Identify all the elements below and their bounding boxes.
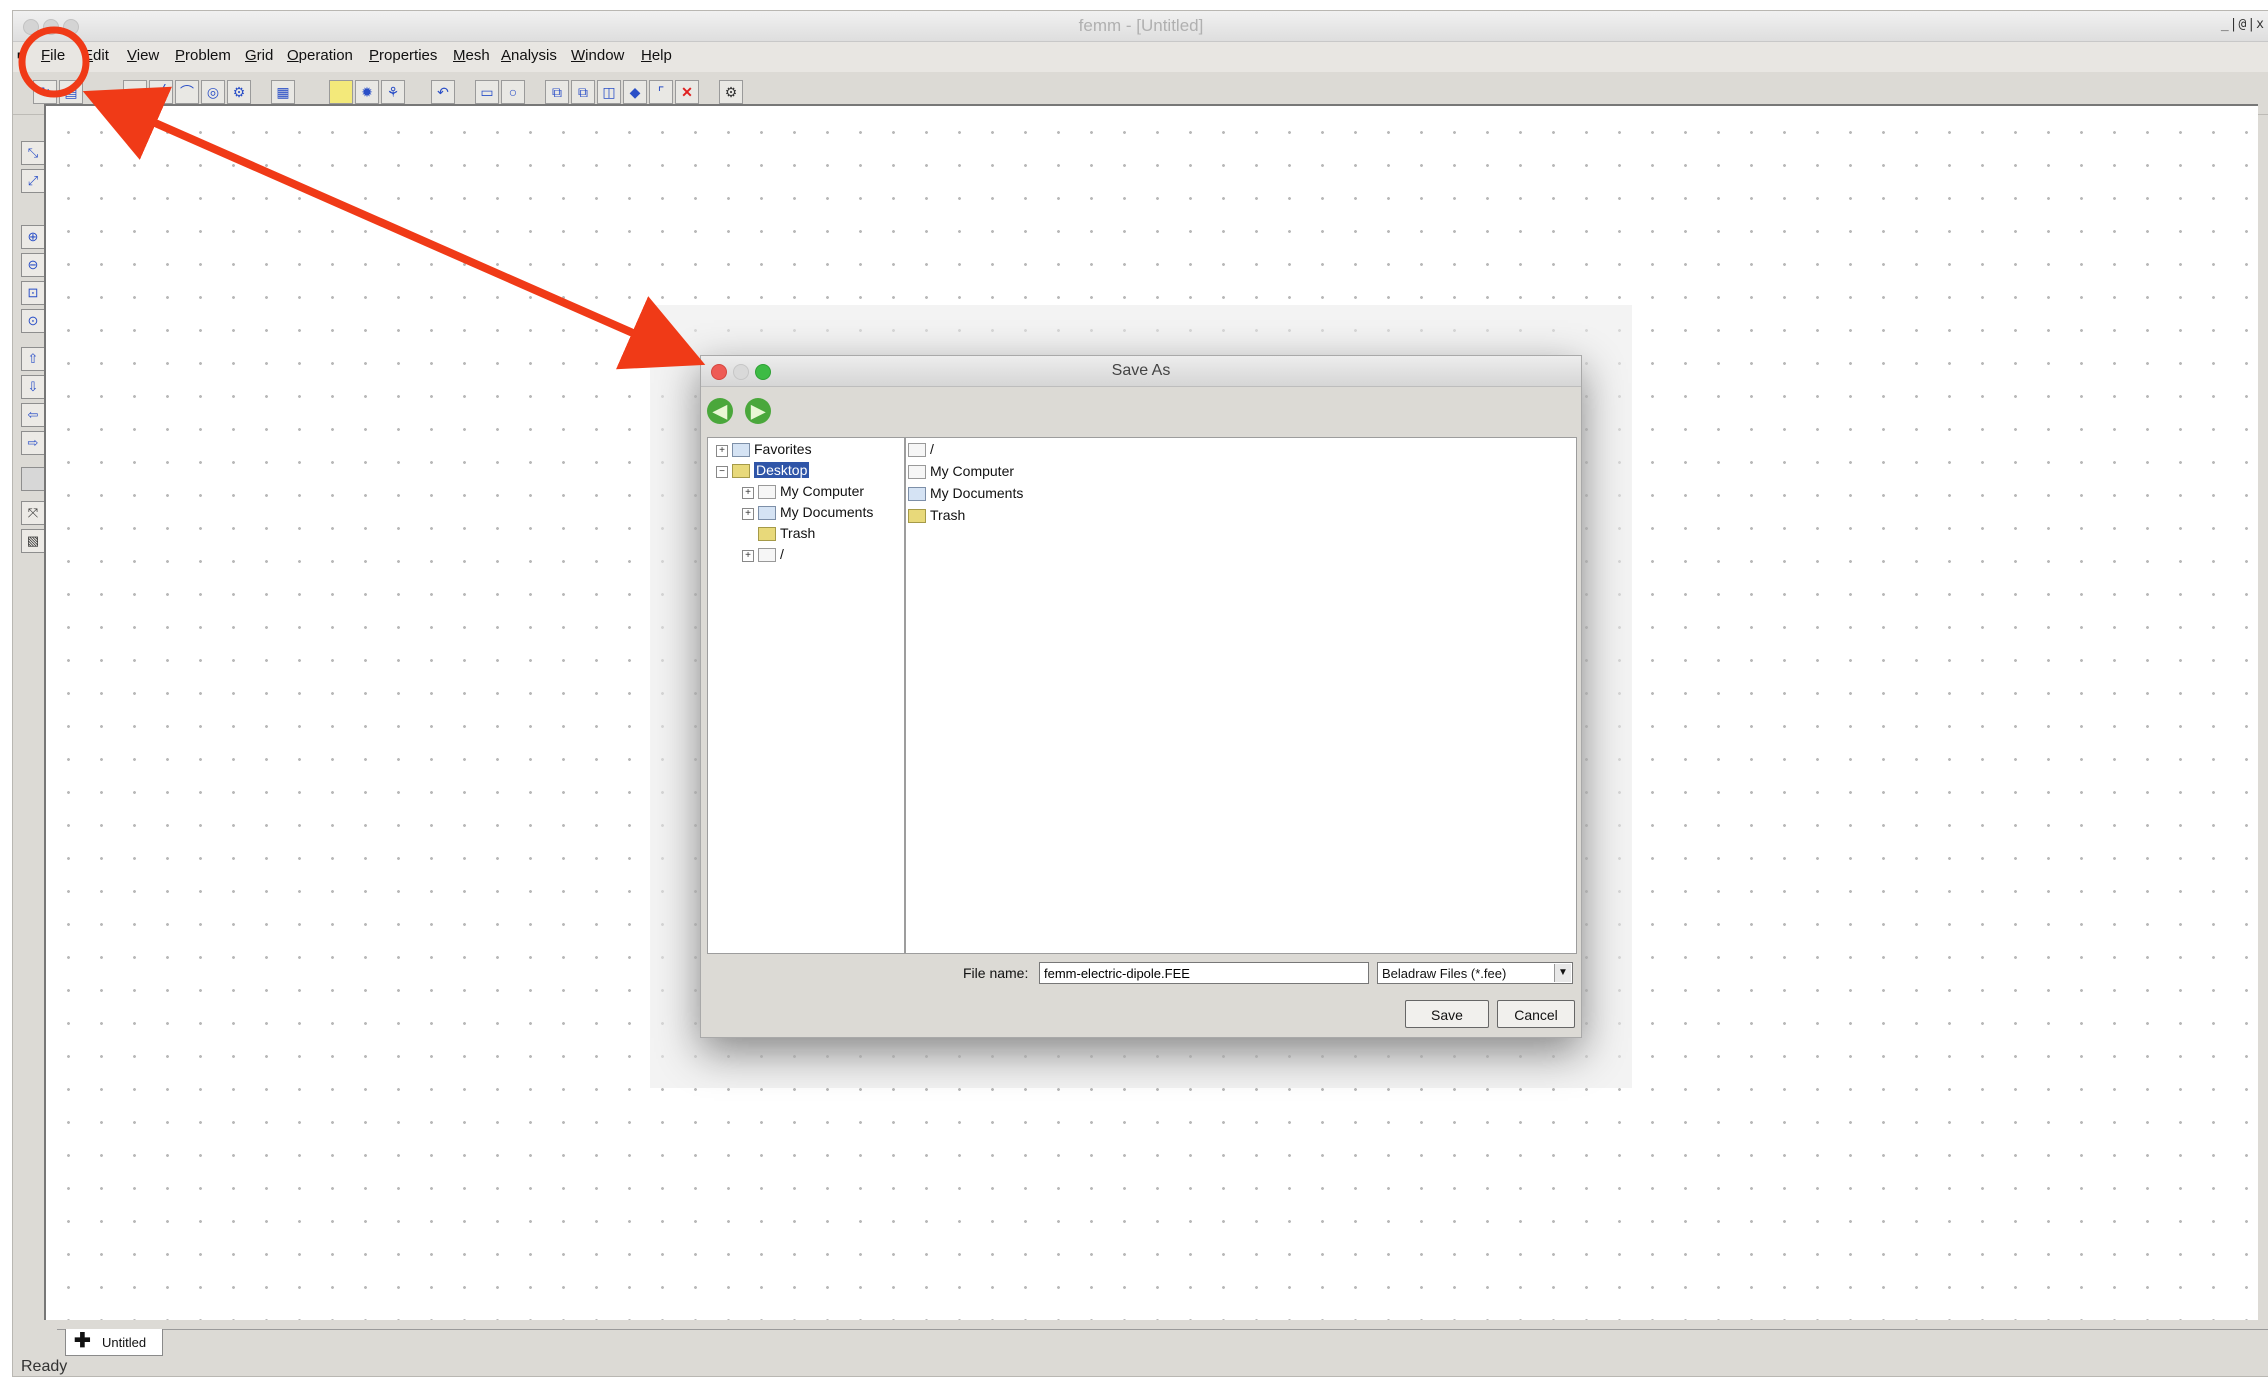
expand-root-icon[interactable]: + xyxy=(742,550,754,562)
file-type-select[interactable]: Beladraw Files (*.fee) ▼ xyxy=(1377,962,1573,984)
snap-icon[interactable]: ⤧ xyxy=(21,501,45,525)
computer-icon xyxy=(908,465,926,480)
file-list: / My Computer My Documents Trash xyxy=(905,437,1577,954)
block-label-icon[interactable]: ◎ xyxy=(201,80,225,104)
segment-icon[interactable]: ╱ xyxy=(149,80,173,104)
file-type-value: Beladraw Files (*.fee) xyxy=(1382,966,1507,981)
tab-untitled-label: Untitled xyxy=(102,1335,147,1350)
zoom-window-icon[interactable]: ⤡ xyxy=(21,141,45,165)
file-name-input[interactable] xyxy=(1039,962,1369,984)
mirror-icon[interactable]: ◆ xyxy=(623,80,647,104)
mesh-show-icon[interactable]: ▧ xyxy=(21,529,45,553)
arc-icon[interactable]: ⌒ xyxy=(175,80,199,104)
run-icon[interactable]: ⚘ xyxy=(381,80,405,104)
rect-icon[interactable]: ▭ xyxy=(475,80,499,104)
mesh-icon[interactable]: ✹ xyxy=(355,80,379,104)
title-bar: femm - [Untitled] _|@|x xyxy=(13,11,2268,42)
save-icon[interactable]: ▤ xyxy=(59,80,83,104)
drive-icon xyxy=(758,548,776,563)
delete-icon[interactable]: ✕ xyxy=(675,80,699,104)
pan-right-icon[interactable]: ⇨ xyxy=(21,431,45,455)
scale-icon[interactable]: ◫ xyxy=(597,80,621,104)
props-icon[interactable]: ▦ xyxy=(271,80,295,104)
copy-icon[interactable]: ⧉ xyxy=(545,80,569,104)
back-arrow-icon[interactable]: ◀ xyxy=(707,398,733,424)
menu-grid[interactable]: Grid xyxy=(245,47,273,64)
zoom-fit-icon[interactable]: ⊡ xyxy=(21,281,45,305)
menu-operation[interactable]: Operation xyxy=(287,47,353,64)
tree-item-trash[interactable]: Trash xyxy=(758,525,815,542)
tab-untitled[interactable]: ✚ Untitled xyxy=(65,1329,163,1356)
folder-icon xyxy=(732,443,750,458)
dialog-title-bar: Save As xyxy=(701,356,1581,387)
block-icon[interactable] xyxy=(329,80,353,104)
settings-icon[interactable]: ⚙ xyxy=(719,80,743,104)
expand-favorites-icon[interactable]: + xyxy=(716,445,728,457)
save-as-dialog: Save As ◀ ▶ + Favorites − Desktop + My C… xyxy=(700,355,1582,1038)
pan-up-icon[interactable]: ⇧ xyxy=(21,347,45,371)
status-bar: Ready xyxy=(13,1357,2268,1376)
expand-my-computer-icon[interactable]: + xyxy=(742,487,754,499)
drive-icon xyxy=(908,443,926,458)
zoom-out-icon[interactable]: ⊖ xyxy=(21,253,45,277)
tree-item-favorites[interactable]: Favorites xyxy=(732,441,812,458)
forward-arrow-icon[interactable]: ▶ xyxy=(745,398,771,424)
fillet-icon[interactable]: ⌜ xyxy=(649,80,673,104)
tree-item-desktop[interactable]: Desktop xyxy=(732,462,810,479)
undo-icon[interactable]: ↶ xyxy=(431,80,455,104)
tree-item-root[interactable]: / xyxy=(758,546,784,563)
list-item[interactable]: / xyxy=(908,441,934,458)
menu-help[interactable]: Help xyxy=(641,47,672,64)
trash-icon xyxy=(908,509,926,524)
dialog-title: Save As xyxy=(1111,362,1171,379)
trash-icon xyxy=(758,527,776,542)
save-button[interactable]: Save xyxy=(1405,1000,1489,1028)
cancel-button[interactable]: Cancel xyxy=(1497,1000,1575,1028)
menu-view[interactable]: View xyxy=(127,47,159,64)
grid-icon[interactable] xyxy=(21,467,45,491)
node-icon[interactable]: ▫ xyxy=(123,80,147,104)
folder-tree: + Favorites − Desktop + My Computer + My… xyxy=(707,437,905,954)
desktop-folder-icon xyxy=(732,464,750,479)
list-item[interactable]: My Documents xyxy=(908,485,1023,502)
menu-window[interactable]: Window xyxy=(571,47,624,64)
document-tab-strip: ✚ Untitled xyxy=(57,1329,2268,1358)
zoom-blank-icon[interactable]: ⊙ xyxy=(21,309,45,333)
collapse-desktop-icon[interactable]: − xyxy=(716,466,728,478)
menu-analysis[interactable]: Analysis xyxy=(501,47,557,64)
expand-my-documents-icon[interactable]: + xyxy=(742,508,754,520)
list-item[interactable]: My Computer xyxy=(908,463,1014,480)
menu-bar: ■ File Edit View Problem Grid Operation … xyxy=(13,42,2268,72)
circle-icon[interactable]: ○ xyxy=(501,80,525,104)
list-item[interactable]: Trash xyxy=(908,507,965,524)
window-title: femm - [Untitled] xyxy=(1078,16,1204,35)
group-icon[interactable]: ⚙ xyxy=(227,80,251,104)
tree-item-my-computer[interactable]: My Computer xyxy=(758,483,864,500)
document-plus-icon: ✚ xyxy=(74,1330,91,1352)
file-name-label: File name: xyxy=(963,965,1029,981)
status-text: Ready xyxy=(21,1358,68,1375)
menu-edit[interactable]: Edit xyxy=(83,47,109,64)
window-controls[interactable]: _|@|x xyxy=(2221,17,2265,32)
pan-left-icon[interactable]: ⇦ xyxy=(21,403,45,427)
tree-item-my-documents[interactable]: My Documents xyxy=(758,504,873,521)
app-icon: ■ xyxy=(17,48,25,62)
computer-icon xyxy=(758,485,776,500)
menu-problem[interactable]: Problem xyxy=(175,47,231,64)
pan-down-icon[interactable]: ⇩ xyxy=(21,375,45,399)
menu-mesh[interactable]: Mesh xyxy=(453,47,490,64)
zoom-in-icon[interactable]: ⊕ xyxy=(21,225,45,249)
documents-icon xyxy=(908,487,926,502)
menu-file[interactable]: File xyxy=(41,47,65,64)
chevron-down-icon[interactable]: ▼ xyxy=(1554,964,1571,982)
menu-properties[interactable]: Properties xyxy=(369,47,437,64)
open-icon[interactable]: ↻ xyxy=(33,80,57,104)
move-icon[interactable]: ⧉ xyxy=(571,80,595,104)
zoom-natural-icon[interactable]: ⤢ xyxy=(21,169,45,193)
documents-icon xyxy=(758,506,776,521)
